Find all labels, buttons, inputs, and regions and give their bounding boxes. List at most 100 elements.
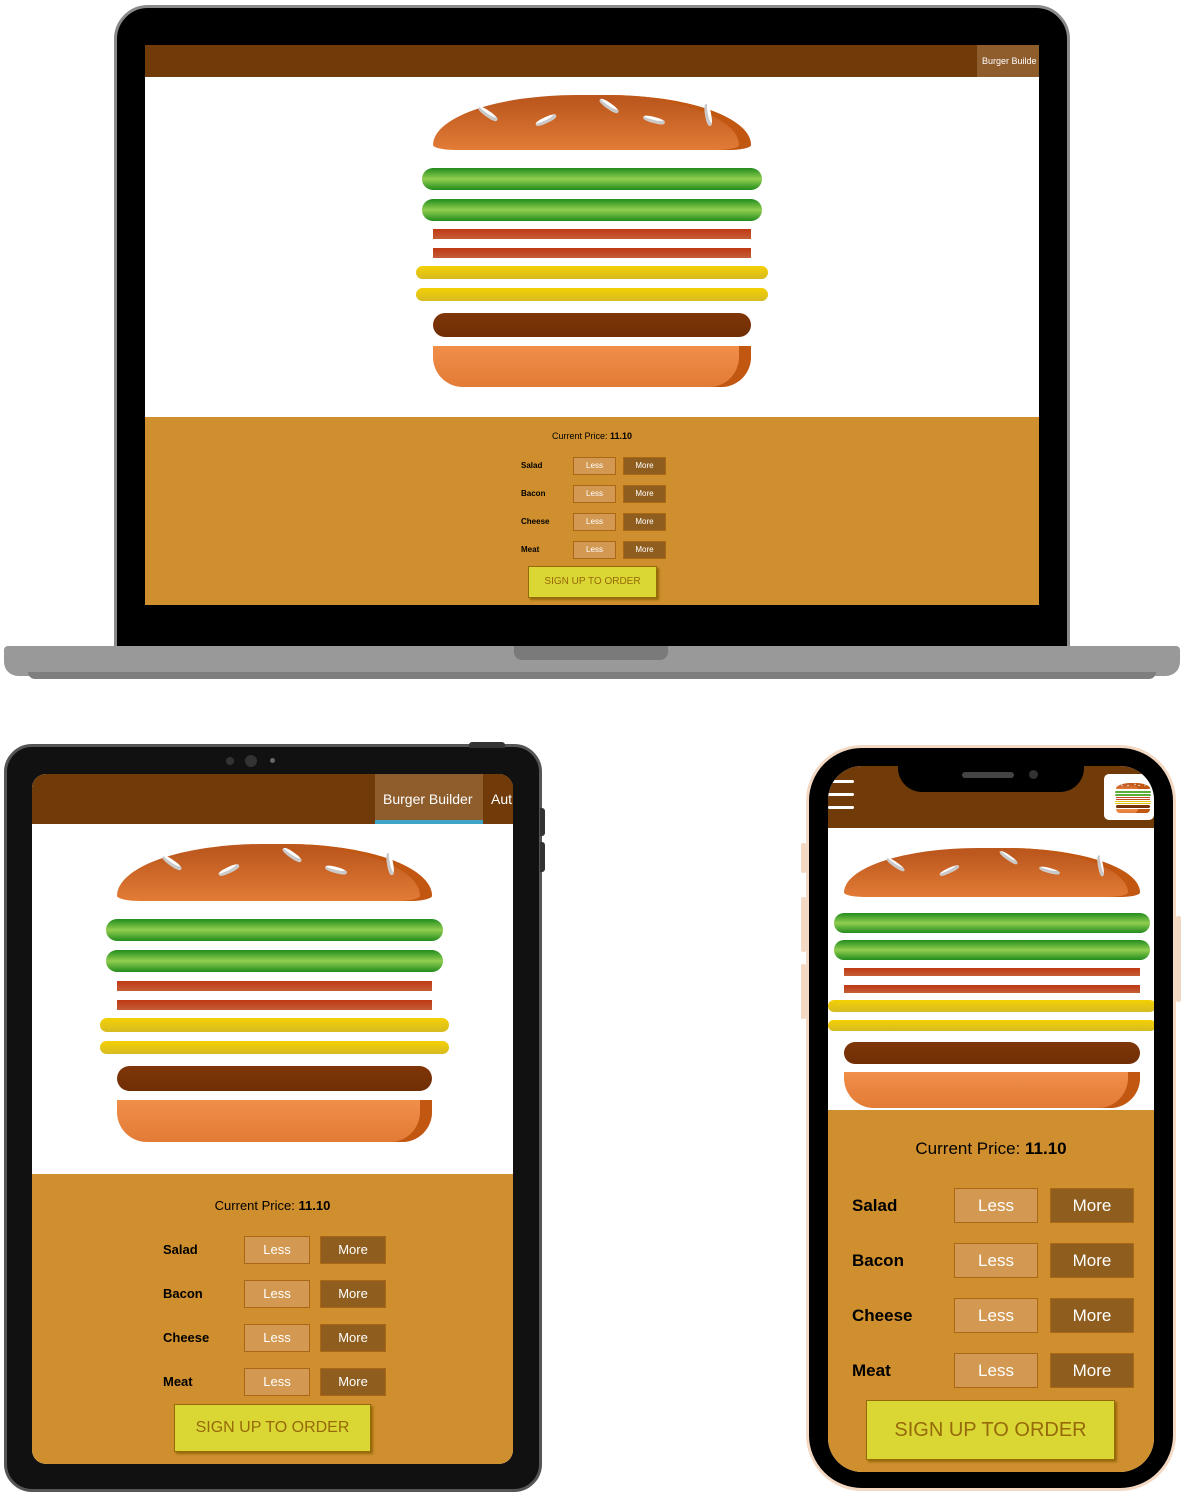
bread-bottom — [116, 1100, 433, 1142]
salad-layer — [834, 940, 1150, 960]
sesame-seed — [1121, 783, 1124, 786]
meat-layer — [432, 312, 752, 338]
current-price: Current Price: 11.10 — [915, 1139, 1067, 1158]
bacon-layer — [843, 967, 1141, 976]
sesame-seed — [1133, 783, 1136, 786]
sesame-seed — [324, 863, 348, 876]
more-button[interactable]: More — [1050, 1243, 1134, 1278]
more-button[interactable]: More — [1050, 1298, 1134, 1333]
bread-bottom — [1116, 808, 1150, 813]
more-button[interactable]: More — [623, 485, 666, 503]
cheese-layer — [99, 1018, 450, 1032]
phone-side-button — [801, 897, 806, 952]
nav-item-burger-builder[interactable]: Burger Builde — [977, 45, 1039, 77]
ingredient-label: Meat — [852, 1361, 891, 1380]
less-button[interactable]: Less — [573, 513, 616, 531]
less-button[interactable]: Less — [573, 541, 616, 559]
sesame-seed — [598, 96, 621, 115]
ingredient-label: Bacon — [521, 489, 546, 498]
bacon-layer — [116, 1000, 433, 1010]
build-control-row: Meat Less More — [828, 1353, 1154, 1388]
less-button[interactable]: Less — [244, 1324, 310, 1352]
burger-area — [145, 77, 1039, 417]
navbar: Burger Builde — [145, 45, 1039, 77]
build-control-row: Meat Less More — [32, 1368, 513, 1396]
salad-layer — [106, 918, 443, 941]
phone-side-button — [801, 843, 806, 873]
less-button[interactable]: Less — [573, 457, 616, 475]
less-button[interactable]: Less — [244, 1368, 310, 1396]
bacon-layer — [843, 984, 1141, 993]
ingredient-label: Cheese — [163, 1330, 210, 1345]
laptop-hinge-notch — [514, 646, 668, 660]
salad-layer — [422, 198, 762, 221]
bread-top — [1116, 783, 1150, 789]
salad-layer — [834, 913, 1150, 933]
less-button[interactable]: Less — [244, 1280, 310, 1308]
more-button[interactable]: More — [320, 1368, 386, 1396]
sesame-seed — [703, 103, 714, 127]
more-button[interactable]: More — [1050, 1188, 1134, 1223]
less-button[interactable]: Less — [244, 1236, 310, 1264]
build-controls: Current Price: 11.10 Salad Less More Bacon L… — [828, 1110, 1154, 1472]
sesame-seed — [161, 854, 183, 872]
burger — [828, 848, 1154, 1108]
bread-top — [843, 848, 1141, 898]
more-button[interactable]: More — [623, 513, 666, 531]
more-button[interactable]: More — [1050, 1353, 1134, 1388]
build-controls: Current Price: 11.10 Salad Less More Bacon L… — [32, 1174, 513, 1464]
sesame-seed — [384, 852, 395, 876]
tablet-screen: Burger Builder Aut Current Price: 11.10 … — [32, 774, 513, 1464]
build-control-row: Bacon Less More — [145, 485, 1039, 503]
ingredient-label: Salad — [852, 1196, 898, 1215]
sesame-seed — [1127, 784, 1130, 787]
more-button[interactable]: More — [320, 1324, 386, 1352]
sign-up-to-order-button[interactable]: SIGN UP TO ORDER — [866, 1400, 1115, 1460]
more-button[interactable]: More — [623, 457, 666, 475]
cheese-layer — [415, 287, 769, 301]
build-control-row: Meat Less More — [145, 541, 1039, 559]
sign-up-to-order-button[interactable]: SIGN UP TO ORDER — [528, 566, 657, 598]
phone-speaker — [962, 772, 1014, 778]
sesame-seed — [217, 862, 241, 878]
sign-up-to-order-button[interactable]: SIGN UP TO ORDER — [174, 1404, 371, 1452]
less-button[interactable]: Less — [954, 1298, 1038, 1333]
ingredient-label: Meat — [163, 1374, 193, 1389]
tablet-top-button — [469, 742, 505, 748]
price-value: 11.10 — [610, 431, 633, 441]
sesame-seed — [281, 846, 303, 864]
cheese-layer — [1114, 802, 1152, 805]
meat-layer — [116, 1066, 433, 1092]
tablet-sensor — [270, 758, 275, 763]
less-button[interactable]: Less — [954, 1243, 1038, 1278]
phone-screen: Current Price: 11.10 Salad Less More Bacon L… — [828, 766, 1154, 1472]
sesame-seed — [1144, 783, 1146, 787]
hamburger-menu-icon[interactable] — [828, 778, 854, 812]
more-button[interactable]: More — [623, 541, 666, 559]
more-button[interactable]: More — [320, 1280, 386, 1308]
phone-side-button — [801, 964, 806, 1019]
more-button[interactable]: More — [320, 1236, 386, 1264]
sesame-seed — [477, 104, 500, 123]
salad-layer — [106, 949, 443, 973]
nav-item-burger-builder[interactable]: Burger Builder — [375, 774, 483, 824]
bacon-layer — [116, 981, 433, 991]
navbar: Burger Builder Aut — [32, 774, 513, 824]
burger-area — [828, 828, 1154, 1110]
phone-camera — [1029, 770, 1038, 779]
laptop-screen: Burger Builde Current Price: 11.10 Salad… — [145, 45, 1039, 605]
bread-bottom — [432, 346, 752, 387]
less-button[interactable]: Less — [954, 1353, 1038, 1388]
less-button[interactable]: Less — [573, 485, 616, 503]
sesame-seed — [1095, 854, 1105, 877]
salad-layer — [1115, 790, 1151, 793]
less-button[interactable]: Less — [954, 1188, 1038, 1223]
ingredient-label: Cheese — [521, 517, 550, 526]
nav-item-authenticate[interactable]: Aut — [485, 774, 513, 824]
bacon-layer — [432, 229, 752, 239]
ingredient-label: Bacon — [163, 1286, 203, 1301]
meat-layer — [1116, 805, 1150, 808]
burger — [99, 844, 450, 1142]
cheese-layer — [828, 1000, 1154, 1012]
ingredient-label: Bacon — [852, 1251, 904, 1270]
